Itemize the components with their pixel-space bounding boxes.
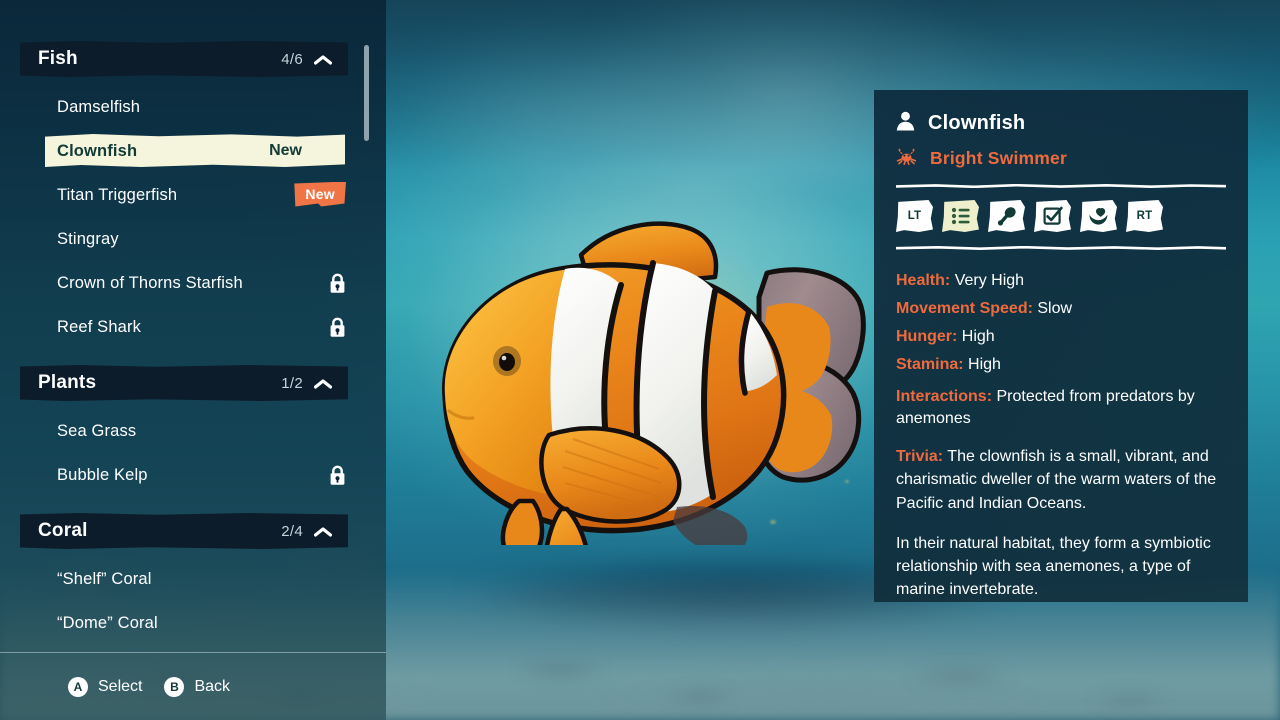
species-name: Clownfish (928, 111, 1026, 134)
fish-eye (499, 353, 515, 371)
list-item[interactable]: “Shelf” Coral (0, 557, 386, 601)
list-item-label: Crown of Thorns Starfish (57, 273, 243, 292)
list-item-label: Clownfish (57, 141, 138, 160)
trivia-key: Trivia: (896, 448, 944, 466)
species-trait-name: Bright Swimmer (930, 147, 1067, 168)
fish-eye-glint (501, 355, 507, 361)
catalog-list[interactable]: Fish 4/6 Damselfish Clownfish New Titan … (0, 0, 386, 650)
list-item-label: Damselfish (57, 97, 141, 116)
habitat-paragraph: In their natural habitat, they form a sy… (896, 534, 1211, 599)
stat-key: Interactions: (896, 388, 993, 405)
heart-hand-icon (1088, 207, 1109, 226)
hint-back[interactable]: B Back (164, 676, 231, 697)
fish-anal-fin (673, 505, 748, 554)
b-button-icon: B (164, 676, 185, 697)
stat-value: Very High (954, 272, 1025, 289)
species-stats: Health: Very High Movement Speed: Slow H… (896, 267, 1226, 429)
checkbox-icon (1043, 206, 1063, 226)
chevron-up-icon[interactable] (313, 525, 333, 537)
group-count: 1/2 (281, 374, 303, 392)
group-title: Coral (38, 520, 88, 541)
person-icon (896, 111, 915, 136)
lock-icon (329, 465, 346, 486)
stat-value: High (968, 356, 1001, 373)
stat-key: Hunger: (896, 328, 958, 345)
drumstick-icon (997, 206, 1017, 226)
new-label: New (269, 142, 302, 159)
hint-label: Back (194, 677, 231, 695)
group-header-plants[interactable]: Plants 1/2 (20, 365, 348, 401)
chevron-up-icon[interactable] (313, 53, 333, 65)
list-item-label: Stingray (57, 229, 119, 248)
a-button-icon: A (68, 676, 88, 697)
tab-lt-bumper[interactable]: LT (896, 200, 933, 232)
clownfish-model (415, 215, 875, 605)
list-item-label: Bubble Kelp (57, 465, 148, 484)
list-item-locked[interactable]: Crown of Thorns Starfish (0, 261, 386, 305)
stat-key: Stamina: (896, 356, 964, 373)
tab-label: LT (907, 210, 922, 222)
species-info-panel: Clownfish Bright Swimmer LT RT Health: V… (874, 90, 1248, 602)
stat-row: Interactions: Protected from predators b… (896, 386, 1226, 429)
hint-label: Select (98, 677, 143, 695)
species-description: Trivia: The clownfish is a small, vibran… (896, 445, 1226, 601)
list-item-label: Sea Grass (57, 421, 137, 440)
tab-stats[interactable] (942, 200, 979, 232)
crab-icon (896, 147, 917, 170)
stat-row: Hunger: High (896, 323, 1226, 351)
group-count: 2/4 (281, 522, 303, 540)
chevron-up-icon[interactable] (313, 377, 333, 389)
tab-care[interactable] (1080, 200, 1117, 232)
list-item-label: Reef Shark (57, 317, 142, 336)
stat-value: High (961, 328, 995, 345)
tab-food[interactable] (988, 200, 1025, 232)
list-item-label: “Shelf” Coral (57, 569, 152, 588)
list-item-label: “Dome” Coral (57, 613, 158, 632)
list-item[interactable]: Sea Grass (0, 409, 386, 453)
group-header-coral[interactable]: Coral 2/4 (20, 513, 348, 549)
list-icon (951, 207, 971, 225)
list-item-locked[interactable]: Reef Shark (0, 305, 386, 349)
hint-select[interactable]: A Select (68, 676, 143, 697)
info-tabs[interactable]: LT RT (896, 199, 1226, 233)
stat-row: Movement Speed: Slow (896, 295, 1226, 323)
list-item[interactable]: Titan Triggerfish New (0, 173, 386, 217)
stat-key: Health: (896, 272, 951, 289)
divider-bottom (896, 246, 1226, 250)
stat-value: Slow (1037, 300, 1073, 317)
stat-key: Movement Speed: (896, 300, 1033, 317)
list-item-locked[interactable]: Bubble Kelp (0, 453, 386, 497)
lock-icon (329, 317, 346, 338)
species-trait-row: Bright Swimmer (896, 146, 1226, 170)
tab-rt-bumper[interactable]: RT (1126, 200, 1163, 232)
list-item-selected[interactable]: Clownfish New (0, 129, 386, 173)
group-count: 4/6 (281, 50, 303, 68)
lock-icon (329, 273, 346, 294)
trivia-text: The clownfish is a small, vibrant, and c… (896, 448, 1217, 512)
tab-label: RT (1136, 210, 1153, 222)
list-item[interactable]: Stingray (0, 217, 386, 261)
list-item[interactable]: “Dome” Coral (0, 601, 386, 645)
group-title: Plants (38, 372, 97, 393)
trivia-paragraph: Trivia: The clownfish is a small, vibran… (896, 445, 1226, 515)
catalog-sidebar: Fish 4/6 Damselfish Clownfish New Titan … (0, 0, 386, 720)
group-header-fish[interactable]: Fish 4/6 (20, 41, 348, 77)
stat-row: Health: Very High (896, 267, 1226, 295)
stat-row: Stamina: High (896, 351, 1226, 379)
tab-tasks[interactable] (1034, 200, 1071, 232)
species-title-row: Clownfish (896, 110, 1226, 136)
footer-hint-bar: A Select B Back (0, 652, 386, 720)
group-title: Fish (38, 48, 78, 69)
list-item-label: Titan Triggerfish (57, 185, 178, 204)
list-item[interactable]: Damselfish (0, 85, 386, 129)
new-badge: New (294, 181, 346, 207)
divider-top (896, 184, 1226, 188)
scrollbar-thumb[interactable] (364, 45, 369, 141)
